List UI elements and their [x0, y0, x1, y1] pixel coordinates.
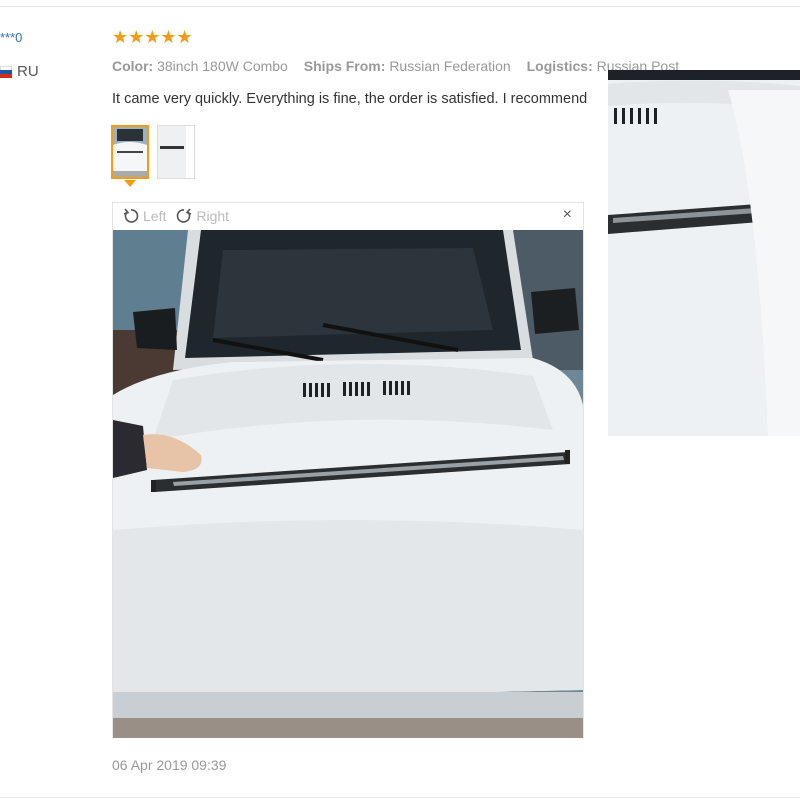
russia-flag-icon	[0, 65, 12, 78]
active-thumbnail-caret	[124, 180, 136, 187]
zoom-preview	[608, 70, 800, 436]
country-code: RU	[17, 63, 39, 80]
ships-from-value: Russian Federation	[389, 58, 511, 74]
thumbnail-2-image	[158, 126, 194, 178]
rotate-left-label: Left	[143, 208, 167, 224]
color-key: Color:	[112, 58, 154, 74]
car-hood-photo	[113, 230, 583, 738]
thumbnail-1[interactable]	[111, 125, 149, 179]
review-photo	[113, 230, 583, 738]
rotate-right-label: Right	[196, 208, 230, 224]
thumbnail-2[interactable]	[157, 125, 195, 179]
thumbnail-1-image	[113, 127, 147, 177]
rating-stars: ★★★★★	[112, 27, 193, 47]
buyer-country: RU	[0, 63, 39, 80]
zoom-preview-image	[608, 70, 800, 436]
rotate-right-button[interactable]: Right	[176, 208, 229, 224]
rotate-right-icon	[177, 208, 192, 223]
review-thumbnails	[111, 125, 195, 179]
review-text: It came very quickly. Everything is fine…	[112, 91, 588, 107]
review-date: 06 Apr 2019 09:39	[112, 757, 227, 773]
order-attributes: Color: 38inch 180W Combo Ships From: Rus…	[112, 58, 691, 74]
logistics-key: Logistics:	[526, 58, 593, 74]
viewer-toolbar: Left Right ×	[113, 203, 583, 229]
rotate-left-button[interactable]: Left	[123, 208, 166, 224]
buyer-name[interactable]: ***0	[0, 30, 22, 45]
color-value: 38inch 180W Combo	[157, 58, 288, 74]
top-divider	[0, 6, 800, 7]
close-viewer-button[interactable]: ×	[563, 206, 572, 224]
image-viewer: Left Right ×	[112, 202, 584, 738]
ships-from-key: Ships From:	[303, 58, 386, 74]
rotate-left-icon	[123, 208, 139, 223]
bottom-divider	[0, 797, 800, 798]
